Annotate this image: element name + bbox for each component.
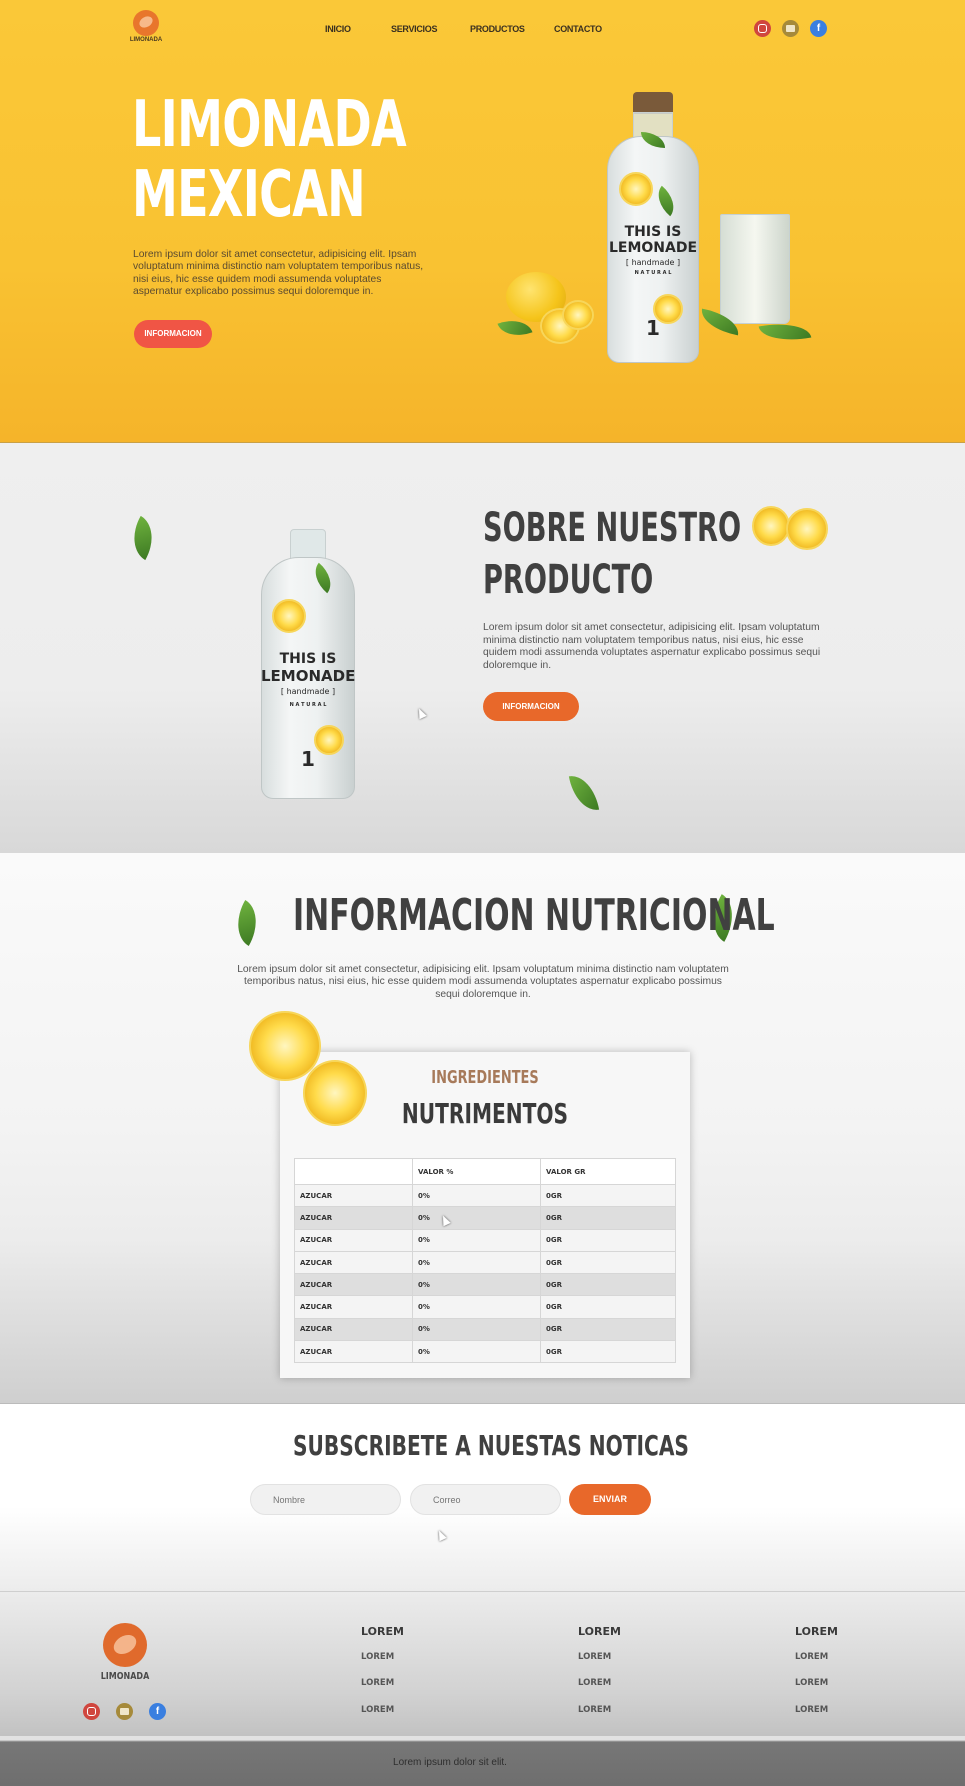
table-row: AZUCAR 0% 0GR xyxy=(294,1206,676,1230)
instagram-icon[interactable] xyxy=(83,1703,100,1720)
table-cell: 0% xyxy=(412,1183,541,1208)
hero-title: LIMONADA MEXICAN xyxy=(132,88,407,232)
footer-column-heading: LOREM xyxy=(795,1625,838,1638)
footer-column-heading: LOREM xyxy=(578,1625,621,1638)
table-header: VALOR % xyxy=(412,1158,541,1185)
footer-column-heading: LOREM xyxy=(361,1625,404,1638)
nav-item-servicios[interactable]: SERVICIOS xyxy=(391,24,437,34)
footer-brand-logo-icon[interactable] xyxy=(103,1623,147,1667)
nutrition-description: Lorem ipsum dolor sit amet consectetur, … xyxy=(237,964,729,1000)
bottle-illustration: THIS IS LEMONADE [ handmade ] N A T U R … xyxy=(603,92,725,367)
footer-link[interactable]: LOREM xyxy=(578,1705,611,1715)
card-title: NUTRIMENTOS xyxy=(401,1097,569,1130)
table-cell: AZUCAR xyxy=(294,1295,413,1319)
name-input[interactable] xyxy=(250,1484,401,1515)
table-cell: 0GR xyxy=(540,1273,676,1297)
nav-item-productos[interactable]: PRODUCTOS xyxy=(470,24,525,34)
table-row: AZUCAR 0% 0GR xyxy=(294,1317,676,1342)
footer-link[interactable]: LOREM xyxy=(795,1678,828,1688)
nutrition-table: VALOR % VALOR GR AZUCAR 0% 0GR AZUCAR 0% 0GR… xyxy=(294,1158,676,1364)
card-subtitle: INGREDIENTES xyxy=(431,1067,539,1088)
table-cell: AZUCAR xyxy=(294,1317,413,1342)
about-info-button[interactable]: INFORMACION xyxy=(483,692,579,721)
nav-item-contacto[interactable]: CONTACTO xyxy=(554,24,602,34)
hero-info-button[interactable]: INFORMACION xyxy=(134,320,212,348)
email-input[interactable] xyxy=(410,1484,561,1515)
about-description: Lorem ipsum dolor sit amet consectetur, … xyxy=(483,622,821,671)
table-cell: AZUCAR xyxy=(294,1228,413,1252)
table-cell: 0GR xyxy=(540,1340,676,1364)
footer-link[interactable]: LOREM xyxy=(795,1652,828,1662)
table-row: AZUCAR 0% 0GR xyxy=(294,1295,676,1319)
table-header-row: VALOR % VALOR GR xyxy=(294,1158,676,1185)
footer-link[interactable]: LOREM xyxy=(361,1678,394,1688)
table-header xyxy=(294,1158,413,1185)
table-cell: AZUCAR xyxy=(294,1340,413,1364)
lemon-slice-icon xyxy=(786,508,828,550)
facebook-icon[interactable]: f xyxy=(149,1703,166,1720)
table-cell: AZUCAR xyxy=(294,1250,413,1275)
nutrition-title: INFORMACION NUTRICIONAL xyxy=(293,890,775,941)
footer-link[interactable]: LOREM xyxy=(361,1652,394,1662)
table-cell: AZUCAR xyxy=(294,1273,413,1297)
table-cell: 0GR xyxy=(540,1228,676,1252)
messenger-icon[interactable] xyxy=(116,1703,133,1720)
table-cell: AZUCAR xyxy=(294,1183,413,1208)
table-cell: 0GR xyxy=(540,1183,676,1208)
table-row: AZUCAR 0% 0GR xyxy=(294,1250,676,1275)
about-title: SOBRE NUESTRO PRODUCTO xyxy=(483,505,742,603)
table-cell: 0% xyxy=(412,1317,541,1342)
nav-item-inicio[interactable]: INICIO xyxy=(325,24,351,34)
glass-illustration xyxy=(720,214,790,324)
lemon-slice-icon xyxy=(562,300,594,330)
footer-link[interactable]: LOREM xyxy=(578,1678,611,1688)
instagram-icon[interactable] xyxy=(754,20,771,37)
facebook-icon[interactable]: f xyxy=(810,20,827,37)
table-cell: 0GR xyxy=(540,1317,676,1342)
table-row: AZUCAR 0% 0GR xyxy=(294,1183,676,1208)
subscribe-title: SUBSCRIBETE A NUESTAS NOTICAS xyxy=(293,1429,689,1462)
table-cell: 0% xyxy=(412,1250,541,1275)
lemon-slice-icon xyxy=(752,506,790,546)
table-cell: 0% xyxy=(412,1273,541,1297)
brand-name: LIMONADA xyxy=(129,37,163,43)
table-cell: 0% xyxy=(412,1295,541,1319)
table-cell: 0GR xyxy=(540,1250,676,1275)
table-cell: AZUCAR xyxy=(294,1206,413,1230)
copyright-text: Lorem ipsum dolor sit elit. xyxy=(393,1757,507,1768)
table-header: VALOR GR xyxy=(540,1158,676,1185)
hero-description: Lorem ipsum dolor sit amet consectetur, … xyxy=(133,249,424,297)
brand-logo-icon[interactable] xyxy=(133,10,159,36)
table-cell: 0% xyxy=(412,1206,541,1230)
footer-link[interactable]: LOREM xyxy=(795,1705,828,1715)
about-bottle-image: THIS IS LEMONADE [ handmade ] N A T U R … xyxy=(258,529,358,803)
table-row: AZUCAR 0% 0GR xyxy=(294,1340,676,1364)
table-row: AZUCAR 0% 0GR xyxy=(294,1228,676,1252)
table-cell: 0% xyxy=(412,1228,541,1252)
footer-brand-name: LIMONADA xyxy=(100,1671,150,1682)
table-cell: 0% xyxy=(412,1340,541,1364)
subscribe-send-button[interactable]: ENVIAR xyxy=(569,1484,651,1515)
table-cell: 0GR xyxy=(540,1206,676,1230)
footer-link[interactable]: LOREM xyxy=(361,1705,394,1715)
messenger-icon[interactable] xyxy=(782,20,799,37)
table-cell: 0GR xyxy=(540,1295,676,1319)
table-row: AZUCAR 0% 0GR xyxy=(294,1273,676,1297)
footer-link[interactable]: LOREM xyxy=(578,1652,611,1662)
